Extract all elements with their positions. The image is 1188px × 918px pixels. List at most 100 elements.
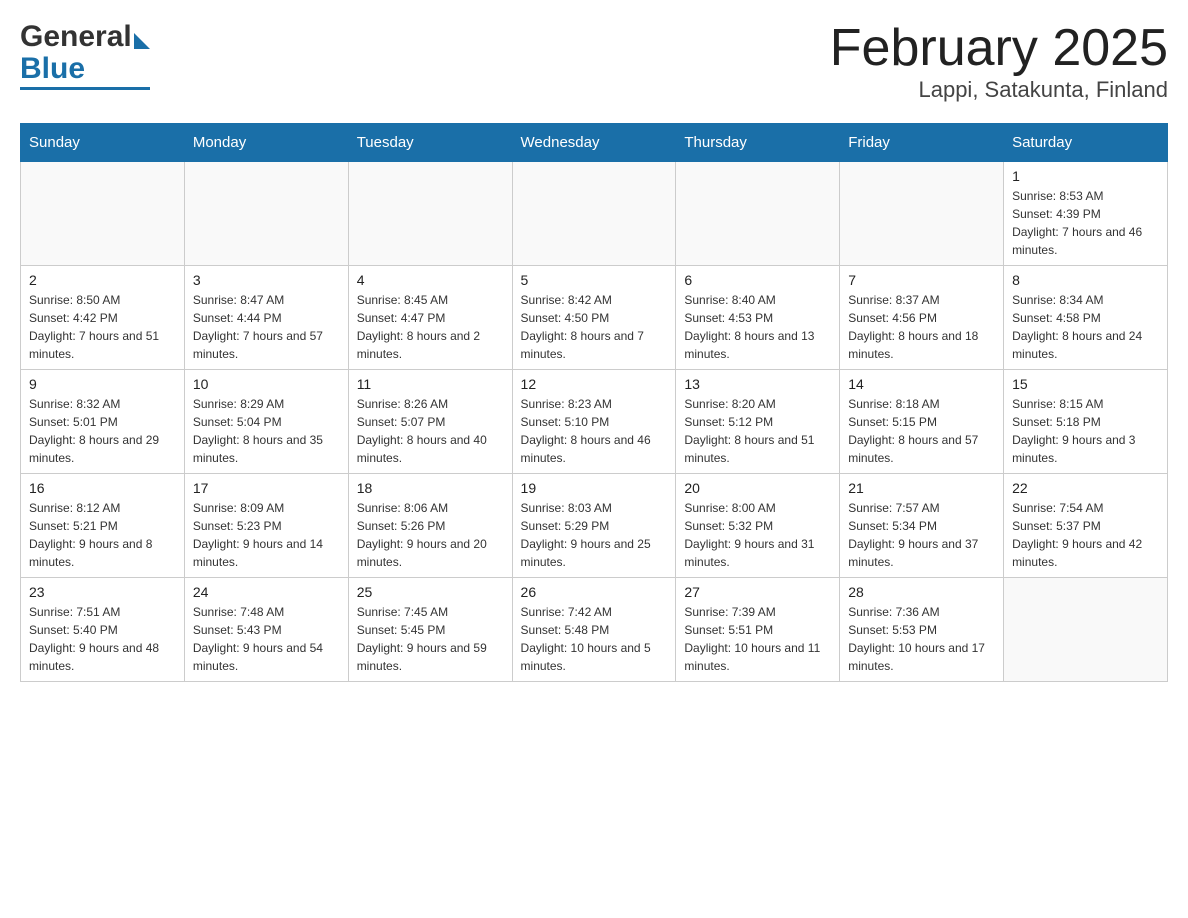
calendar-week-row: 23Sunrise: 7:51 AMSunset: 5:40 PMDayligh… [21, 578, 1168, 682]
day-info: Sunrise: 7:57 AMSunset: 5:34 PMDaylight:… [848, 499, 995, 571]
day-info: Sunrise: 8:06 AMSunset: 5:26 PMDaylight:… [357, 499, 504, 571]
calendar-day-cell: 8Sunrise: 8:34 AMSunset: 4:58 PMDaylight… [1004, 266, 1168, 370]
calendar-day-cell: 3 Sunrise: 8:47 AMSunset: 4:44 PMDaylight… [184, 266, 348, 370]
calendar-day-cell: 10 Sunrise: 8:29 AMSunset: 5:04 PMDayligh… [184, 370, 348, 474]
day-info: Sunrise: 8:53 AMSunset: 4:39 PMDaylight:… [1012, 187, 1159, 259]
calendar-day-cell: 19Sunrise: 8:03 AMSunset: 5:29 PMDayligh… [512, 474, 676, 578]
logo-arrow-icon [134, 33, 150, 49]
calendar-day-cell: 26 Sunrise: 7:42 AMSunset: 5:48 PMDayligh… [512, 578, 676, 682]
day-info: Sunrise: 8:45 AMSunset: 4:47 PMDaylight:… [357, 291, 504, 363]
calendar-day-cell [184, 162, 348, 266]
logo: General Blue [20, 20, 150, 90]
day-of-week-header: Saturday [1004, 124, 1168, 162]
day-info: Sunrise: 8:37 AMSunset: 4:56 PMDaylight:… [848, 291, 995, 363]
title-area: February 2025 Lappi, Satakunta, Finland [830, 20, 1168, 103]
page-title: February 2025 [830, 20, 1168, 77]
day-number: 21 [848, 480, 995, 496]
day-info: Sunrise: 7:45 AMSunset: 5:45 PMDaylight:… [357, 603, 504, 675]
day-number: 20 [684, 480, 831, 496]
day-number: 7 [848, 272, 995, 288]
calendar-day-cell: 4 Sunrise: 8:45 AMSunset: 4:47 PMDaylight… [348, 266, 512, 370]
day-number: 10 [193, 376, 340, 392]
calendar-day-cell: 18 Sunrise: 8:06 AMSunset: 5:26 PMDayligh… [348, 474, 512, 578]
day-of-week-header: Sunday [21, 124, 185, 162]
day-number: 12 [521, 376, 668, 392]
calendar-week-row: 1 Sunrise: 8:53 AMSunset: 4:39 PMDaylight… [21, 162, 1168, 266]
calendar-day-cell: 23Sunrise: 7:51 AMSunset: 5:40 PMDayligh… [21, 578, 185, 682]
calendar-day-cell: 15 Sunrise: 8:15 AMSunset: 5:18 PMDayligh… [1004, 370, 1168, 474]
calendar-header: SundayMondayTuesdayWednesdayThursdayFrid… [21, 124, 1168, 162]
day-of-week-header: Wednesday [512, 124, 676, 162]
day-number: 22 [1012, 480, 1159, 496]
day-number: 4 [357, 272, 504, 288]
day-number: 1 [1012, 168, 1159, 184]
logo-blue-text: Blue [20, 52, 150, 86]
day-info: Sunrise: 8:00 AMSunset: 5:32 PMDaylight:… [684, 499, 831, 571]
day-info: Sunrise: 7:54 AMSunset: 5:37 PMDaylight:… [1012, 499, 1159, 571]
calendar-day-cell: 20 Sunrise: 8:00 AMSunset: 5:32 PMDayligh… [676, 474, 840, 578]
day-info: Sunrise: 7:42 AMSunset: 5:48 PMDaylight:… [521, 603, 668, 675]
calendar-day-cell [21, 162, 185, 266]
calendar-day-cell [840, 162, 1004, 266]
day-number: 15 [1012, 376, 1159, 392]
logo-underline [20, 87, 150, 90]
page-header: General Blue February 2025 Lappi, Sataku… [20, 20, 1168, 103]
day-info: Sunrise: 7:48 AMSunset: 5:43 PMDaylight:… [193, 603, 340, 675]
calendar-day-cell: 14 Sunrise: 8:18 AMSunset: 5:15 PMDayligh… [840, 370, 1004, 474]
day-info: Sunrise: 8:29 AMSunset: 5:04 PMDaylight:… [193, 395, 340, 467]
calendar-day-cell [348, 162, 512, 266]
calendar-day-cell: 25 Sunrise: 7:45 AMSunset: 5:45 PMDayligh… [348, 578, 512, 682]
day-info: Sunrise: 8:03 AMSunset: 5:29 PMDaylight:… [521, 499, 668, 571]
calendar-day-cell: 1 Sunrise: 8:53 AMSunset: 4:39 PMDaylight… [1004, 162, 1168, 266]
calendar-day-cell: 2Sunrise: 8:50 AMSunset: 4:42 PMDaylight… [21, 266, 185, 370]
day-of-week-header: Friday [840, 124, 1004, 162]
page-subtitle: Lappi, Satakunta, Finland [830, 77, 1168, 103]
day-info: Sunrise: 8:47 AMSunset: 4:44 PMDaylight:… [193, 291, 340, 363]
day-number: 28 [848, 584, 995, 600]
logo-general-text: General [20, 20, 132, 54]
day-number: 18 [357, 480, 504, 496]
day-number: 5 [521, 272, 668, 288]
calendar-day-cell: 16 Sunrise: 8:12 AMSunset: 5:21 PMDayligh… [21, 474, 185, 578]
day-number: 14 [848, 376, 995, 392]
day-number: 13 [684, 376, 831, 392]
calendar-day-cell [1004, 578, 1168, 682]
day-info: Sunrise: 8:23 AMSunset: 5:10 PMDaylight:… [521, 395, 668, 467]
calendar-day-cell: 28 Sunrise: 7:36 AMSunset: 5:53 PMDayligh… [840, 578, 1004, 682]
day-number: 26 [521, 584, 668, 600]
day-info: Sunrise: 7:51 AMSunset: 5:40 PMDaylight:… [29, 603, 176, 675]
day-number: 16 [29, 480, 176, 496]
day-info: Sunrise: 8:42 AMSunset: 4:50 PMDaylight:… [521, 291, 668, 363]
calendar-day-cell: 24 Sunrise: 7:48 AMSunset: 5:43 PMDayligh… [184, 578, 348, 682]
day-number: 17 [193, 480, 340, 496]
days-of-week-row: SundayMondayTuesdayWednesdayThursdayFrid… [21, 124, 1168, 162]
day-info: Sunrise: 8:26 AMSunset: 5:07 PMDaylight:… [357, 395, 504, 467]
day-info: Sunrise: 8:09 AMSunset: 5:23 PMDaylight:… [193, 499, 340, 571]
calendar-day-cell [676, 162, 840, 266]
day-of-week-header: Tuesday [348, 124, 512, 162]
calendar-day-cell: 9Sunrise: 8:32 AMSunset: 5:01 PMDaylight… [21, 370, 185, 474]
day-info: Sunrise: 8:18 AMSunset: 5:15 PMDaylight:… [848, 395, 995, 467]
day-number: 8 [1012, 272, 1159, 288]
day-info: Sunrise: 7:39 AMSunset: 5:51 PMDaylight:… [684, 603, 831, 675]
calendar-day-cell: 6Sunrise: 8:40 AMSunset: 4:53 PMDaylight… [676, 266, 840, 370]
day-number: 24 [193, 584, 340, 600]
day-info: Sunrise: 8:15 AMSunset: 5:18 PMDaylight:… [1012, 395, 1159, 467]
calendar-week-row: 16 Sunrise: 8:12 AMSunset: 5:21 PMDayligh… [21, 474, 1168, 578]
calendar-week-row: 9Sunrise: 8:32 AMSunset: 5:01 PMDaylight… [21, 370, 1168, 474]
day-number: 9 [29, 376, 176, 392]
day-number: 25 [357, 584, 504, 600]
calendar-day-cell: 7 Sunrise: 8:37 AMSunset: 4:56 PMDaylight… [840, 266, 1004, 370]
calendar-day-cell: 5 Sunrise: 8:42 AMSunset: 4:50 PMDaylight… [512, 266, 676, 370]
day-of-week-header: Monday [184, 124, 348, 162]
day-number: 27 [684, 584, 831, 600]
calendar-week-row: 2Sunrise: 8:50 AMSunset: 4:42 PMDaylight… [21, 266, 1168, 370]
day-info: Sunrise: 7:36 AMSunset: 5:53 PMDaylight:… [848, 603, 995, 675]
day-of-week-header: Thursday [676, 124, 840, 162]
calendar-body: 1 Sunrise: 8:53 AMSunset: 4:39 PMDaylight… [21, 162, 1168, 682]
day-info: Sunrise: 8:40 AMSunset: 4:53 PMDaylight:… [684, 291, 831, 363]
day-number: 11 [357, 376, 504, 392]
day-info: Sunrise: 8:12 AMSunset: 5:21 PMDaylight:… [29, 499, 176, 571]
day-info: Sunrise: 8:20 AMSunset: 5:12 PMDaylight:… [684, 395, 831, 467]
day-number: 3 [193, 272, 340, 288]
